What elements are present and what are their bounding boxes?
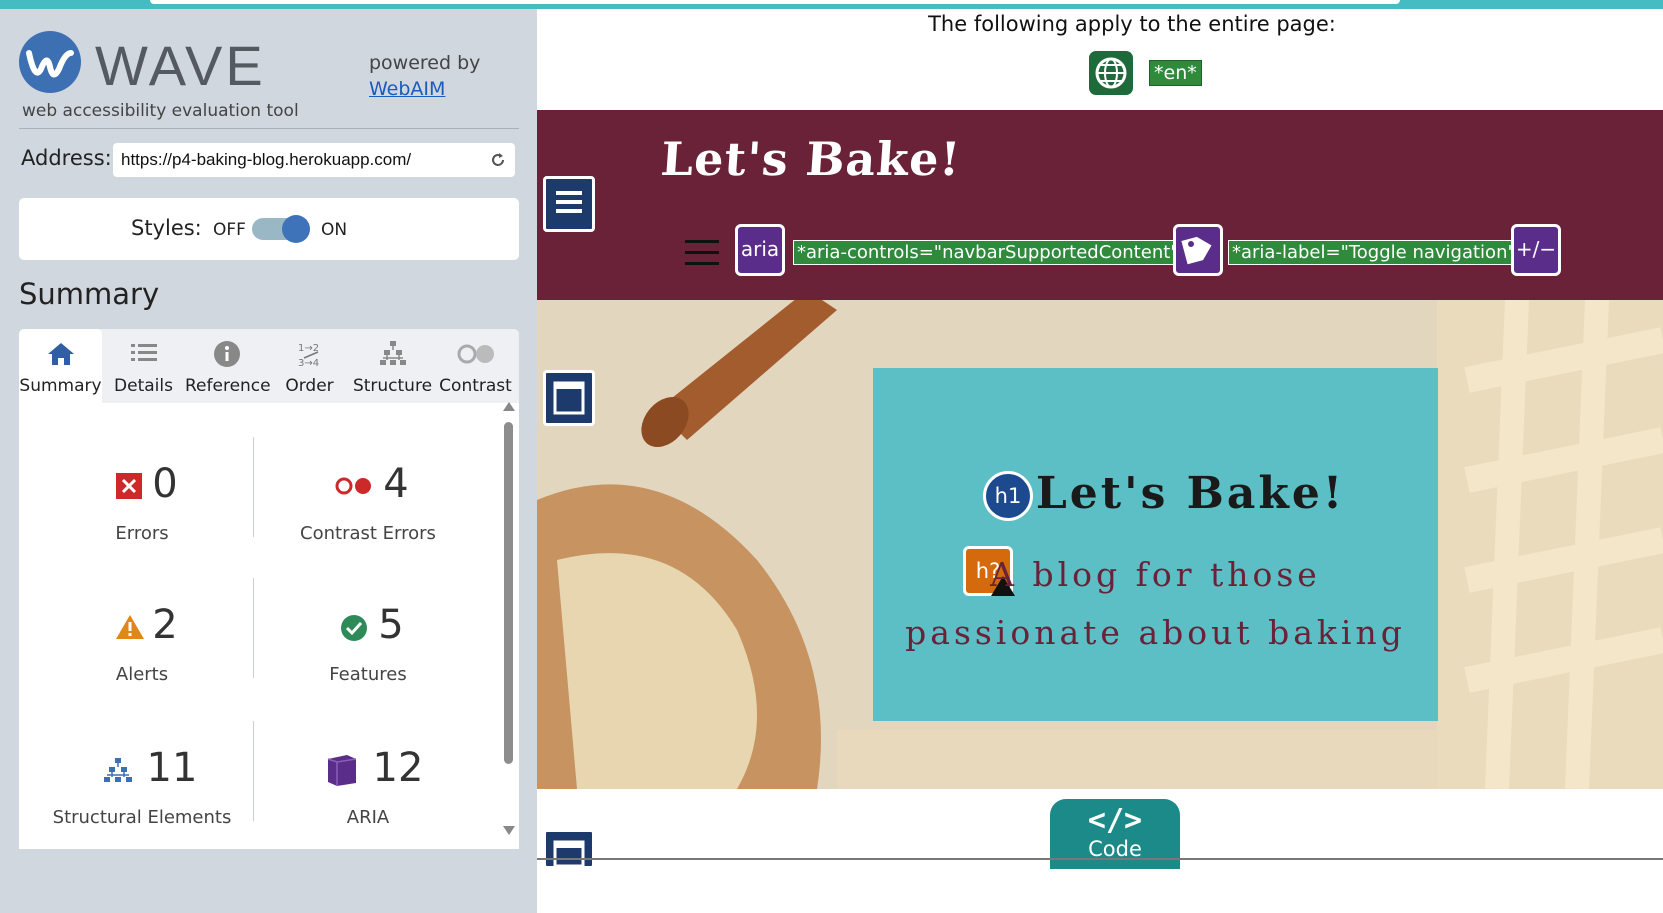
home-icon <box>48 343 74 365</box>
tab-label: Reference <box>185 376 271 396</box>
tab-structure[interactable]: Structure <box>351 329 434 403</box>
info-icon <box>214 341 240 367</box>
stat-errors[interactable]: 0 Errors <box>27 461 257 544</box>
tab-label: Structure <box>352 376 433 396</box>
wave-subtitle: web accessibility evaluation tool <box>22 101 299 121</box>
feature-check-icon <box>341 615 367 641</box>
aria-cube-icon <box>327 755 357 786</box>
stat-aria[interactable]: 12 ARIA <box>253 745 483 828</box>
reload-icon[interactable] <box>489 151 507 169</box>
stat-value: 5 <box>378 602 404 648</box>
stat-value: 11 <box>146 745 198 791</box>
scroll-up-arrow-icon[interactable] <box>503 402 515 411</box>
tab-order[interactable]: 1→2 3→4 Order <box>268 329 351 403</box>
stat-contrast-errors[interactable]: 4 Contrast Errors <box>253 461 483 544</box>
alert-icon <box>116 615 144 639</box>
stat-label: Alerts <box>115 664 169 685</box>
tab-details[interactable]: Details <box>102 329 185 403</box>
tab-label: Summary <box>19 376 102 396</box>
styles-label: Styles: <box>131 216 202 240</box>
header-region-icon[interactable] <box>543 176 595 232</box>
code-icon: </> <box>1087 803 1143 838</box>
top-strip-pill <box>150 0 1400 4</box>
wave-logo-icon <box>19 31 81 93</box>
tab-label: Order <box>285 376 334 396</box>
aria-expanded-badge[interactable]: +/− <box>1511 224 1561 276</box>
tab-contrast[interactable]: Contrast <box>434 329 517 403</box>
styles-on-label: ON <box>321 220 348 240</box>
aria-label-label: *aria-label="Toggle navigation"* <box>1228 240 1529 265</box>
language-badge[interactable]: *en* <box>1149 60 1202 86</box>
list-icon <box>131 344 157 361</box>
address-input[interactable] <box>119 149 483 171</box>
address-box <box>113 143 515 177</box>
site-navbar: Let's Bake! aria *aria-controls="navbarS… <box>537 110 1663 300</box>
stat-alerts[interactable]: 2 Alerts <box>27 602 257 685</box>
top-strip <box>0 0 1663 9</box>
tab-label: Contrast <box>439 376 512 396</box>
sidebar-divider <box>19 128 519 129</box>
stat-value: 0 <box>152 461 178 507</box>
tab-summary[interactable]: Summary <box>19 329 102 403</box>
scroll-down-arrow-icon[interactable] <box>503 826 515 835</box>
aria-controls-label: *aria-controls="navbarSupportedContent"* <box>793 240 1192 265</box>
hero-subtitle: A blog for those passionate about baking <box>905 555 1406 652</box>
hero-section: h1 Let's Bake! h? A blog for those passi… <box>537 300 1663 789</box>
structure-icon <box>104 758 132 782</box>
summary-scrollbar[interactable] <box>502 402 515 838</box>
wave-title: WAVE <box>95 34 266 97</box>
evaluated-page: The following apply to the entire page: … <box>537 9 1663 913</box>
error-icon <box>116 473 142 499</box>
styles-toggle[interactable] <box>252 215 310 243</box>
scroll-thumb[interactable] <box>504 422 513 764</box>
summary-panel: 0 Errors 4 Contrast Errors 2 Alerts 5 Fe… <box>19 403 519 849</box>
powered-by-text: powered by <box>369 52 481 74</box>
entire-page-note: The following apply to the entire page: <box>928 12 1336 36</box>
styles-off-label: OFF <box>213 220 246 240</box>
stat-features[interactable]: 5 Features <box>253 602 483 685</box>
stat-value: 12 <box>372 745 424 791</box>
tab-reference[interactable]: Reference <box>185 329 271 403</box>
svg-text:3→4: 3→4 <box>298 358 319 369</box>
site-brand[interactable]: Let's Bake! <box>659 132 963 186</box>
hierarchy-icon <box>380 341 406 365</box>
wave-sidebar: WAVE web accessibility evaluation tool p… <box>0 9 537 913</box>
stat-label: Structural Elements <box>52 807 232 828</box>
hero-text-box: h1 Let's Bake! h? A blog for those passi… <box>873 368 1438 721</box>
styles-panel: Styles: OFF ON <box>19 198 519 260</box>
stat-label: ARIA <box>346 807 390 828</box>
stat-label: Features <box>329 664 407 685</box>
tab-bar: Summary Details Reference 1→2 3→4 Order <box>19 329 519 403</box>
aria-label-tag-icon[interactable] <box>1173 224 1223 276</box>
address-label: Address: <box>21 146 112 170</box>
toggle-knob <box>282 215 310 243</box>
order-icon: 1→2 3→4 <box>298 343 319 369</box>
bottom-border <box>537 858 1663 860</box>
footer-region-icon[interactable] <box>543 829 595 869</box>
webaim-link[interactable]: WebAIM <box>369 78 445 100</box>
main-region-icon[interactable] <box>543 370 595 426</box>
globe-icon[interactable] <box>1089 51 1133 95</box>
stat-structural-elements[interactable]: 11 Structural Elements <box>27 745 257 828</box>
summary-heading: Summary <box>19 277 160 311</box>
stat-label: Errors <box>115 523 169 544</box>
aria-badge-icon[interactable]: aria <box>735 224 785 276</box>
tab-label: Details <box>114 376 173 396</box>
contrast-error-icon <box>335 477 371 495</box>
navbar-toggler-button[interactable] <box>685 240 719 266</box>
contrast-icon <box>457 344 494 364</box>
stat-label: Contrast Errors <box>300 523 436 544</box>
hero-title: Let's Bake! <box>1035 468 1346 519</box>
